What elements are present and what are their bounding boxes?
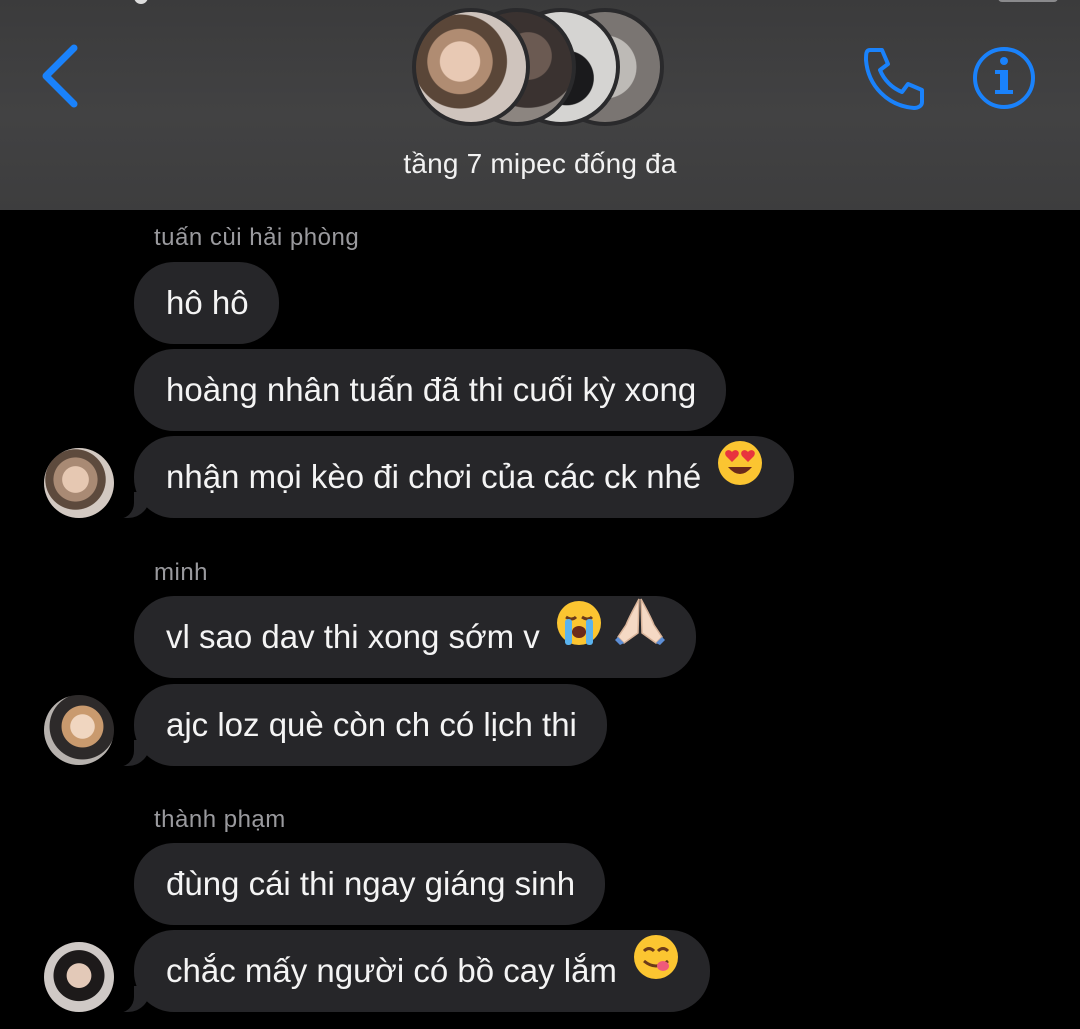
avatar[interactable] [44,942,114,1012]
praying-hands-emoji [614,595,666,677]
phone-icon [864,48,924,110]
message-text: vl sao dav thi xong sớm v [166,618,540,655]
crying-emoji [555,595,603,677]
call-button[interactable] [856,42,932,114]
message-bubble[interactable]: hoàng nhân tuấn đã thi cuối kỳ xong [134,349,727,431]
member-avatar [412,8,530,126]
message-text: đùng cái thi ngay giáng sinh [166,865,576,902]
yum-emoji [632,929,680,1011]
message-bubble[interactable]: ajc loz què còn ch có lịch thi [108,684,607,767]
chat-header: tầng 7 mipec đống đa [0,0,1080,210]
battery-icon [998,0,1058,2]
sender-name: thành phạm [154,806,286,833]
message-text: hoàng nhân tuấn đã thi cuối kỳ xong [166,371,697,408]
message-bubble[interactable]: hô hô [134,262,279,344]
group-avatar-stack[interactable] [406,4,676,134]
message-text: nhận mọi kèo đi chơi của các ck nhé [166,458,702,495]
info-button[interactable] [968,42,1042,114]
heart-eyes-emoji [716,435,764,517]
avatar[interactable] [44,695,114,765]
message-text: chắc mấy người có bồ cay lắm [166,952,617,989]
message-text: hô hô [166,284,249,321]
group-title[interactable]: tầng 7 mipec đống đa [0,148,1080,180]
info-icon [973,47,1035,109]
sender-name: tuấn cùi hải phòng [154,224,360,251]
chat-screen: tầng 7 mipec đống đa tuấn cùi hải phòng … [0,0,1080,1029]
message-bubble[interactable]: vl sao dav thi xong sớm v [134,595,697,678]
chevron-left-icon [42,44,78,108]
message-bubble[interactable]: chắc mấy người có bồ cay lắm [107,929,711,1013]
message-bubble[interactable]: nhận mọi kèo đi chơi của các ck nhé [107,435,795,519]
status-bar-indicator [134,0,148,4]
back-button[interactable] [34,40,94,110]
sender-name: minh [154,559,209,586]
message-bubble[interactable]: đùng cái thi ngay giáng sinh [134,843,606,925]
message-text: ajc loz què còn ch có lịch thi [166,706,577,743]
avatar[interactable] [44,448,114,518]
